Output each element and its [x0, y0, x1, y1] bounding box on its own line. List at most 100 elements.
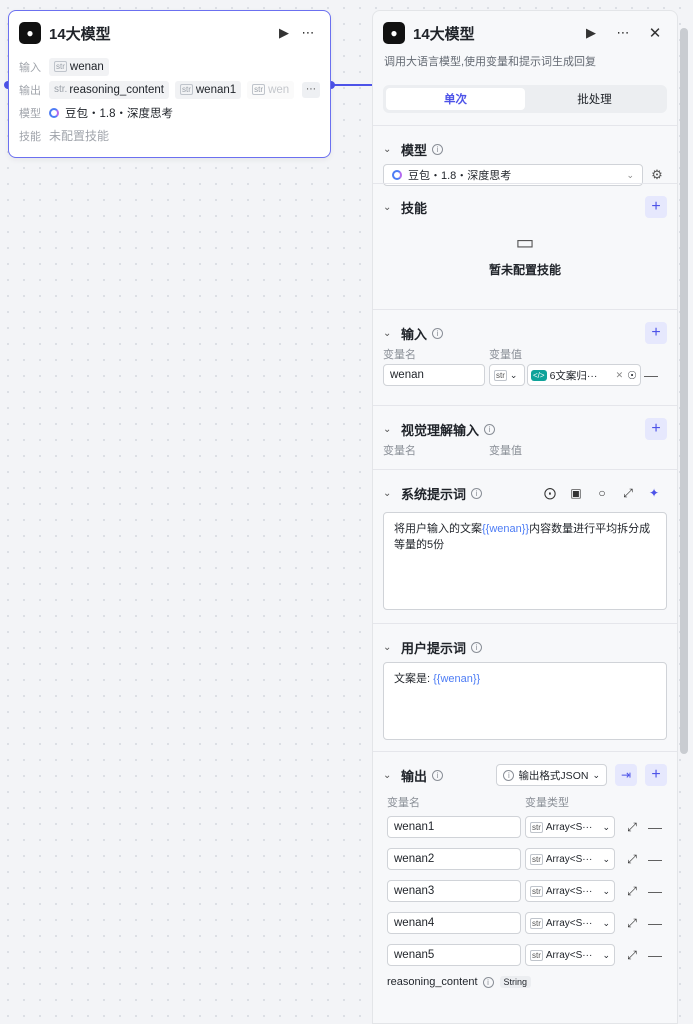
prompt-text: 文案是: — [394, 673, 434, 685]
chevron-down-icon[interactable]: ⌄ — [383, 770, 401, 781]
user-prompt-section: ⌄ 用户提示词 i 文案是: {{wenan}} — [373, 623, 677, 751]
output-type-value: Array<S··· — [545, 821, 593, 833]
output-format-button[interactable]: i 输出格式JSON ⌄ — [496, 764, 607, 786]
chevron-down-icon[interactable]: ⌄ — [383, 144, 401, 155]
chevron-down-icon[interactable]: ⌄ — [383, 424, 401, 435]
run-icon[interactable]: ▶ — [579, 21, 603, 45]
var-ref-value: 6文案归··· — [549, 369, 598, 382]
col-var-name: 变量名 — [383, 445, 416, 457]
remove-output-button[interactable]: — — [645, 915, 665, 931]
output-type-select[interactable]: str Array<S··· ⌄ — [525, 816, 615, 838]
remove-output-button[interactable]: — — [645, 883, 665, 899]
bulb-icon[interactable]: ○ — [589, 486, 615, 500]
chevron-down-icon: ⌄ — [509, 369, 518, 380]
col-var-value: 变量值 — [489, 349, 522, 361]
gear-icon[interactable]: ⚙ — [647, 167, 667, 183]
output-var-name-field[interactable]: wenan2 — [387, 848, 521, 870]
output-tag-label: wen — [268, 83, 290, 96]
system-prompt-textarea[interactable]: 将用户输入的文案{{wenan}}内容数量进行平均拆分成等量的5份 — [383, 512, 667, 610]
compass-icon[interactable]: ⨀ — [537, 486, 563, 500]
output-tag-label: wenan1 — [195, 83, 237, 96]
output-type-select[interactable]: str Array<S··· ⌄ — [525, 912, 615, 934]
more-icon[interactable]: ⋯ — [296, 21, 320, 45]
output-section: ⌄ 输出 i i 输出格式JSON ⌄ ⇥ + 变量名 变量类型 wenan1 s… — [373, 751, 677, 1011]
output-var-row: wenan3 str Array<S··· ⌄ ⤢ — — [387, 880, 667, 902]
prompt-text: 将用户输入的文案 — [394, 523, 482, 535]
info-icon[interactable]: i — [471, 641, 483, 653]
skill-row-label: 技能 — [19, 130, 41, 143]
close-icon[interactable]: ✕ — [643, 21, 667, 45]
info-icon[interactable]: i — [432, 769, 444, 781]
input-section: ⌄ 输入 i + 变量名 变量值 wenan str ⌄ </> 6文案归··· … — [373, 309, 677, 405]
output-var-row: wenan2 str Array<S··· ⌄ ⤢ — — [387, 848, 667, 870]
info-icon[interactable]: i — [432, 327, 444, 339]
vision-section: ⌄ 视觉理解输入 i + 变量名 变量值 — [373, 405, 677, 469]
library-icon[interactable]: ▣ — [563, 486, 589, 500]
doubao-logo-icon — [49, 107, 59, 118]
input-row-label: 输入 — [19, 61, 41, 74]
llm-node-card[interactable]: ● 14大模型 ▶ ⋯ 输入 str wenan 输出 str. reasoning… — [8, 10, 331, 158]
input-type-select[interactable]: str ⌄ — [489, 364, 525, 386]
output-type-select[interactable]: str Array<S··· ⌄ — [525, 944, 615, 966]
tab-single[interactable]: 单次 — [386, 88, 525, 110]
info-icon[interactable]: i — [482, 976, 494, 988]
add-output-button[interactable]: + — [645, 764, 667, 786]
model-section-title: 模型 — [401, 142, 428, 158]
output-var-name-field[interactable]: wenan1 — [387, 816, 521, 838]
remove-output-button[interactable]: — — [645, 819, 665, 835]
ai-sparkle-icon[interactable]: ✦ — [641, 486, 667, 500]
add-vision-input-button[interactable]: + — [645, 418, 667, 440]
more-icon[interactable]: ⋯ — [611, 21, 635, 45]
output-var-row: wenan1 str Array<S··· ⌄ ⤢ — — [387, 816, 667, 838]
expand-icon[interactable]: ⤢ — [619, 884, 645, 899]
output-type-select[interactable]: str Array<S··· ⌄ — [525, 880, 615, 902]
clear-icon[interactable]: ✕ — [616, 370, 624, 381]
remove-output-button[interactable]: — — [645, 851, 665, 867]
panel-description: 调用大语言模型,使用变量和提示词生成回复 — [384, 56, 597, 68]
chevron-down-icon[interactable]: ⌄ — [383, 488, 401, 499]
more-tags-icon[interactable]: ⋯ — [302, 81, 320, 98]
system-prompt-section: ⌄ 系统提示词 i ⨀ ▣ ○ ⤢ ✦ 将用户输入的文案{{wenan}}内容数… — [373, 469, 677, 623]
user-prompt-textarea[interactable]: 文案是: {{wenan}} — [383, 662, 667, 740]
add-skill-button[interactable]: + — [645, 196, 667, 218]
output-format-label: 输出格式JSON — [518, 769, 589, 782]
output-var-name-field[interactable]: wenan3 — [387, 880, 521, 902]
tab-batch[interactable]: 批处理 — [525, 88, 664, 110]
expand-icon[interactable]: ⤢ — [619, 916, 645, 931]
panel-scrollbar[interactable] — [680, 28, 688, 754]
import-icon[interactable]: ⇥ — [615, 764, 637, 786]
remove-output-button[interactable]: — — [645, 947, 665, 963]
skill-value: 未配置技能 — [49, 129, 110, 143]
string-type-icon: str — [494, 369, 507, 381]
chevron-down-icon[interactable]: ⌄ — [383, 328, 401, 339]
chevron-down-icon[interactable]: ⌄ — [383, 642, 401, 653]
input-var-name-field[interactable]: wenan — [383, 364, 485, 386]
expand-icon[interactable]: ⤢ — [615, 486, 641, 501]
model-row-label: 模型 — [19, 107, 41, 120]
info-icon[interactable]: i — [432, 143, 444, 155]
expand-icon[interactable]: ⤢ — [619, 948, 645, 963]
expand-icon[interactable]: ⤢ — [619, 852, 645, 867]
node-output-row: 输出 str. reasoning_content str wenan1 str we… — [9, 78, 330, 101]
output-var-name-field[interactable]: wenan5 — [387, 944, 521, 966]
mode-tabs: 单次 批处理 — [383, 85, 667, 113]
output-type-select[interactable]: str Array<S··· ⌄ — [525, 848, 615, 870]
remove-input-button[interactable]: — — [641, 367, 661, 383]
panel-logo-icon: ● — [383, 22, 405, 44]
output-type-value: Array<S··· — [545, 853, 593, 865]
expand-icon[interactable]: ⤢ — [619, 820, 645, 835]
info-icon[interactable]: i — [484, 423, 496, 435]
chevron-down-icon[interactable]: ⌄ — [383, 202, 401, 213]
type-prefix: str. — [54, 84, 68, 95]
output-tag: str. reasoning_content — [49, 80, 169, 99]
reasoning-var-name: reasoning_content — [387, 976, 478, 988]
panel-title: 14大模型 — [413, 25, 475, 43]
info-icon[interactable]: i — [471, 487, 483, 499]
add-input-button[interactable]: + — [645, 322, 667, 344]
output-type-value: Array<S··· — [545, 885, 593, 897]
input-var-ref-field[interactable]: </> 6文案归··· ✕ ☉ — [527, 364, 641, 386]
output-var-name-field[interactable]: wenan4 — [387, 912, 521, 934]
chevron-down-icon: ⌄ — [602, 917, 610, 928]
target-icon[interactable]: ☉ — [627, 369, 637, 382]
run-icon[interactable]: ▶ — [272, 21, 296, 45]
